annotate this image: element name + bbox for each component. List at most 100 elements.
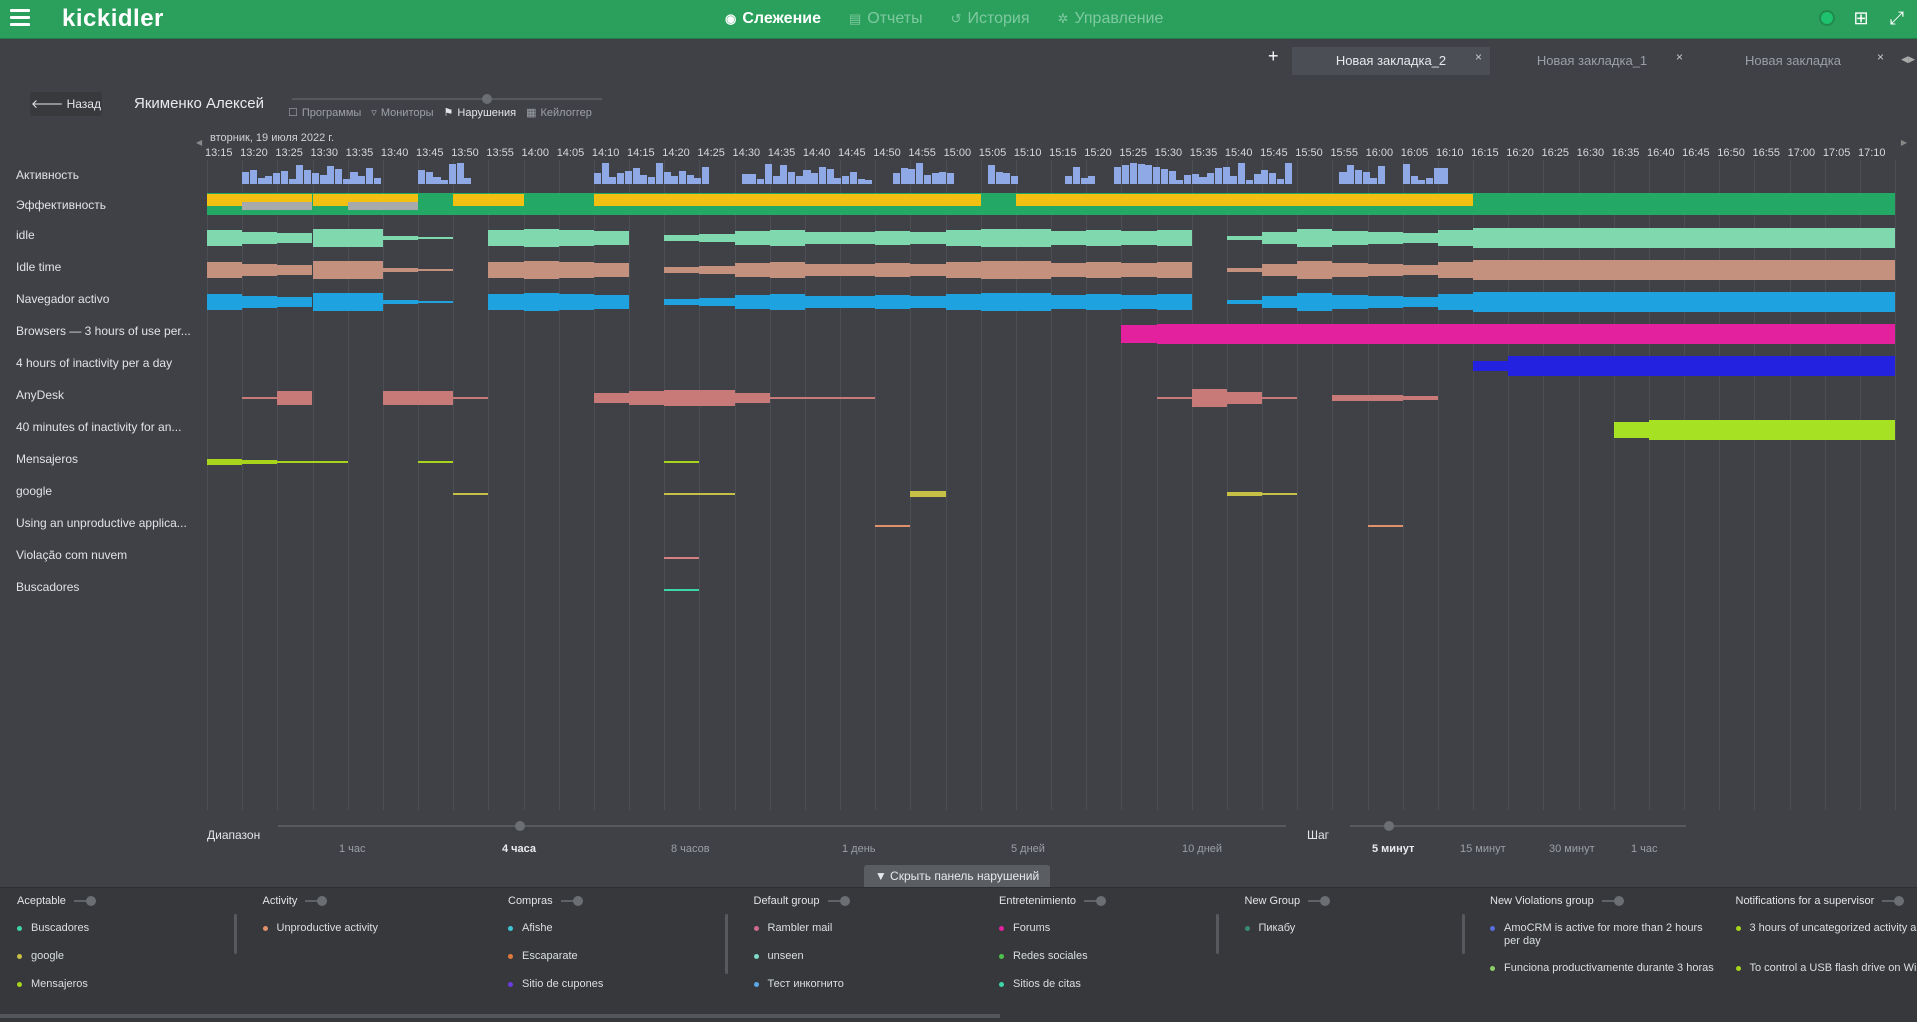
step-slider-knob[interactable] (1384, 821, 1394, 831)
activity-bar (1184, 175, 1191, 184)
violation-item[interactable]: Sitio de cupones (508, 978, 733, 991)
group-toggle[interactable] (305, 900, 327, 902)
violation-item-label: AmoCRM is active for more than 2 hours p… (1504, 922, 1715, 948)
close-icon[interactable]: × (1676, 43, 1683, 71)
range-slider[interactable] (278, 825, 1286, 827)
status-indicator-icon[interactable] (1819, 10, 1835, 26)
range-option[interactable]: 5 дней (1011, 843, 1045, 855)
violations-panel: AceptableBuscadoresgoogleMensajerosActiv… (0, 887, 1917, 1022)
group-scrollbar[interactable] (725, 914, 728, 974)
violation-item[interactable]: Rambler mail (754, 922, 979, 935)
navegador-activo-bar (1438, 294, 1473, 310)
new-window-icon[interactable]: ⊞ (1851, 8, 1871, 28)
violation-item[interactable]: Funciona productivamente durante 3 horas (1490, 962, 1715, 975)
horizontal-scrollbar[interactable] (0, 1014, 1000, 1018)
mode-violations[interactable]: ⚑Нарушения (444, 106, 517, 119)
grid-line (1297, 160, 1298, 810)
violation-group-header: Default group (754, 895, 850, 907)
hamburger-menu-icon[interactable] (10, 9, 30, 27)
violation-item[interactable]: Buscadores (17, 922, 242, 935)
back-button[interactable]: 🡐 Назад (30, 92, 102, 116)
group-scrollbar[interactable] (234, 914, 237, 954)
tab-new-bookmark[interactable]: Новая закладка× (1694, 47, 1892, 75)
timeline-scroll-right-icon[interactable]: ▶ (1901, 138, 1907, 147)
idle-bar (1157, 230, 1192, 246)
violation-item[interactable]: Sitios de citas (999, 978, 1224, 991)
violation-item[interactable]: unseen (754, 950, 979, 963)
idle-bar (946, 230, 981, 246)
nav-tab-reports[interactable]: ▤Отчеты (849, 10, 923, 28)
square-icon: ☐ (288, 106, 298, 119)
violation-item[interactable]: google (17, 950, 242, 963)
violation-item[interactable]: 3 hours of uncategorized activity a day (1736, 922, 1917, 935)
group-toggle[interactable] (561, 900, 583, 902)
range-option[interactable]: 10 дней (1182, 843, 1222, 855)
mode-monitors[interactable]: ▿Мониторы (371, 106, 433, 119)
violation-item[interactable]: Afishe (508, 922, 733, 935)
range-option[interactable]: 4 часа (502, 843, 536, 855)
mode-slider-knob[interactable] (482, 94, 492, 104)
violation-item[interactable]: Escaparate (508, 950, 733, 963)
violation-item[interactable]: To control a USB flash drive on Windows (1736, 962, 1917, 975)
close-icon[interactable]: × (1475, 43, 1482, 71)
add-tab-button[interactable]: + (1268, 46, 1279, 67)
hide-violations-panel-button[interactable]: ▼ Скрыть панель нарушений (864, 865, 1050, 887)
grid-line (1121, 160, 1122, 810)
activity-bar (1426, 178, 1433, 184)
range-slider-knob[interactable] (515, 821, 525, 831)
group-toggle[interactable] (1308, 900, 1330, 902)
nav-tab-history[interactable]: ↺История (951, 10, 1030, 28)
range-option[interactable]: 1 день (842, 843, 876, 855)
violation-item[interactable]: Redes sociales (999, 950, 1224, 963)
violation-group-title: Activity (263, 895, 298, 907)
group-scrollbar[interactable] (1216, 914, 1219, 954)
idle-time-bar (488, 262, 523, 278)
fullscreen-icon[interactable]: ⤢ (1887, 8, 1907, 28)
activity-bar (457, 163, 464, 184)
nav-tab-management[interactable]: ✲Управление (1058, 10, 1164, 28)
activity-bar (242, 172, 249, 184)
idle-bar (383, 236, 418, 240)
activity-bar (602, 163, 609, 184)
step-option[interactable]: 15 минут (1460, 843, 1506, 855)
violation-item-label: Funciona productivamente durante 3 horas (1504, 962, 1714, 975)
grid-line (1790, 160, 1791, 810)
group-toggle[interactable] (74, 900, 96, 902)
range-option[interactable]: 8 часов (671, 843, 710, 855)
step-option[interactable]: 30 минут (1549, 843, 1595, 855)
violation-item[interactable]: Тест инкогнито (754, 978, 979, 991)
group-toggle[interactable] (1084, 900, 1106, 902)
idle-bar (981, 229, 1016, 247)
mode-slider[interactable] (292, 98, 602, 100)
time-tick-label: 14:15 (627, 147, 667, 159)
group-toggle[interactable] (828, 900, 850, 902)
flag-icon: ⚑ (444, 106, 454, 119)
violation-item[interactable]: Unproductive activity (263, 922, 488, 935)
tab-label: Новая закладка_1 (1537, 53, 1647, 68)
tab-new-bookmark-2[interactable]: Новая закладка_2× (1292, 47, 1490, 75)
mode-programs[interactable]: ☐Программы (288, 106, 361, 119)
tab-new-bookmark-1[interactable]: Новая закладка_1× (1493, 47, 1691, 75)
timeline-scroll-left-icon[interactable]: ◀ (196, 138, 202, 147)
step-slider[interactable] (1350, 825, 1686, 827)
nav-tab-tracking[interactable]: ◉Слежение (725, 10, 821, 28)
step-option[interactable]: 1 час (1631, 843, 1658, 855)
violation-item[interactable]: AmoCRM is active for more than 2 hours p… (1490, 922, 1715, 948)
mode-keylogger[interactable]: ▦Кейлоггер (526, 106, 592, 119)
violation-item[interactable]: Пикабу (1245, 922, 1470, 935)
group-toggle[interactable] (1882, 900, 1904, 902)
row-label: Navegador activo (16, 292, 109, 306)
tab-scroll-arrows-icon[interactable]: ◀▶ (1901, 54, 1915, 65)
idle-bar (770, 230, 805, 246)
violation-item[interactable]: Forums (999, 922, 1224, 935)
history-icon: ↺ (951, 11, 962, 27)
idle-time-bar (348, 261, 383, 279)
range-option[interactable]: 1 час (339, 843, 366, 855)
group-scrollbar[interactable] (1462, 914, 1465, 954)
group-toggle[interactable] (1602, 900, 1624, 902)
step-option[interactable]: 5 минут (1372, 843, 1414, 855)
kickidler-logo[interactable]: kickidler (62, 5, 164, 33)
close-icon[interactable]: × (1877, 43, 1884, 71)
violation-item[interactable]: Mensajeros (17, 978, 242, 991)
activity-bar (1138, 164, 1145, 184)
